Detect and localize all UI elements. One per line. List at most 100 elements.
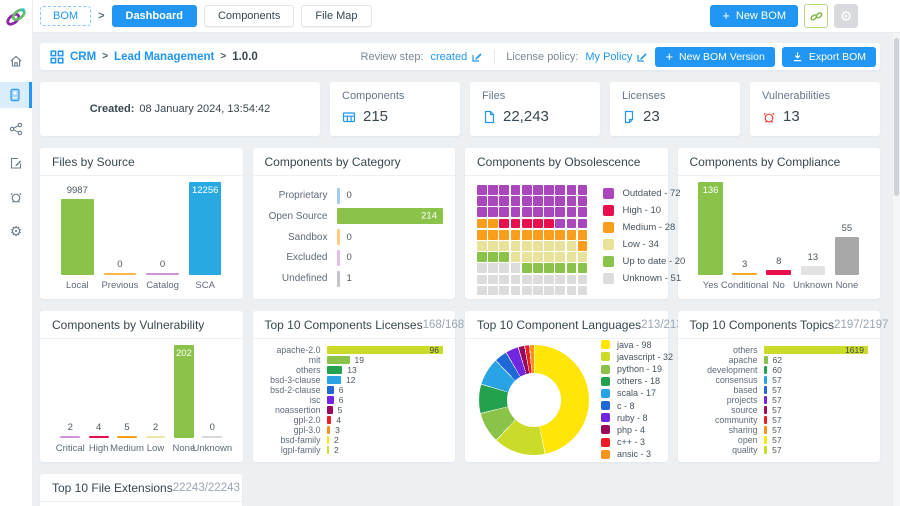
bar-category-label: consensus bbox=[690, 375, 764, 385]
new-bom-button[interactable]: + New BOM bbox=[710, 5, 798, 27]
legend-label: High - 10 bbox=[622, 205, 661, 216]
license-policy-value-link[interactable]: My Policy bbox=[585, 51, 648, 63]
bar-column-none: 55None bbox=[830, 182, 864, 291]
review-step-value-link[interactable]: created bbox=[431, 51, 484, 63]
bar-column-previous: 0Previous bbox=[99, 182, 142, 291]
bar-conditional[interactable] bbox=[732, 273, 757, 275]
sidebar-item-alerts[interactable] bbox=[0, 184, 32, 210]
bar-community[interactable] bbox=[764, 416, 768, 424]
bar-open-source[interactable]: 214 bbox=[337, 208, 444, 224]
sidebar-item-bom[interactable] bbox=[0, 82, 32, 108]
bar-yes[interactable]: 136 bbox=[698, 182, 723, 275]
bar-sca[interactable]: 12256 bbox=[189, 182, 221, 275]
bar-noassertion[interactable] bbox=[327, 406, 333, 414]
bar-others[interactable] bbox=[327, 366, 343, 374]
bom-selector-chip[interactable]: BOM bbox=[40, 6, 91, 26]
bar-unknown[interactable] bbox=[801, 266, 826, 275]
edit-icon[interactable] bbox=[636, 51, 648, 63]
breadcrumb-project-link[interactable]: CRM bbox=[70, 51, 96, 63]
bar-sharing[interactable] bbox=[764, 426, 768, 434]
bar-isc[interactable] bbox=[327, 396, 334, 404]
bar-track: 57 bbox=[764, 435, 869, 445]
bar-others[interactable]: 1619 bbox=[764, 346, 869, 354]
new-bom-version-button[interactable]: + New BOM Version bbox=[655, 47, 774, 67]
bar-low[interactable] bbox=[146, 436, 166, 438]
legend-item-c: c++ - 3 bbox=[601, 436, 673, 448]
bar-no[interactable] bbox=[766, 270, 791, 275]
bar-plot: 3 bbox=[728, 182, 762, 275]
bar-local[interactable] bbox=[61, 199, 93, 275]
license-policy-label: License policy: bbox=[506, 51, 578, 63]
bar-track: 13 bbox=[327, 365, 444, 375]
bar-column-no: 8No bbox=[762, 182, 796, 291]
bar-undefined[interactable] bbox=[337, 271, 340, 287]
app-logo[interactable] bbox=[5, 6, 27, 28]
export-bom-button[interactable]: Export BOM bbox=[782, 47, 876, 67]
waffle-cell bbox=[499, 219, 509, 229]
bar-based[interactable] bbox=[764, 386, 768, 394]
donut-pie[interactable] bbox=[479, 345, 589, 455]
breadcrumb-product-link[interactable]: Lead Management bbox=[114, 51, 214, 63]
bar-lgpl-family[interactable] bbox=[327, 446, 330, 454]
waffle-cell bbox=[567, 185, 577, 195]
bar-source[interactable] bbox=[764, 406, 768, 414]
edit-icon[interactable] bbox=[471, 51, 483, 63]
scrollbar-thumb[interactable] bbox=[894, 38, 899, 196]
legend-item-outdated: Outdated - 72 bbox=[603, 185, 685, 202]
sidebar-item-settings[interactable]: ⚙ bbox=[0, 218, 32, 244]
bar-column-yes: 136Yes bbox=[694, 182, 728, 291]
review-step-value: created bbox=[431, 51, 468, 63]
bar-none[interactable] bbox=[835, 237, 860, 275]
bar-bsd-2-clause[interactable] bbox=[327, 386, 334, 394]
legend-item-others: others - 18 bbox=[601, 375, 673, 387]
bar-plot: 2 bbox=[56, 345, 84, 438]
bar-value-label: 9987 bbox=[67, 185, 88, 196]
bar-gpl-3-0[interactable] bbox=[327, 426, 331, 434]
bar-apache[interactable] bbox=[764, 356, 768, 364]
waffle-cell bbox=[511, 230, 521, 240]
bar-quality[interactable] bbox=[764, 446, 768, 454]
bar-mit[interactable] bbox=[327, 356, 350, 364]
bar-catalog[interactable] bbox=[146, 273, 178, 275]
bar-sandbox[interactable] bbox=[337, 229, 340, 245]
bar-category-label: bsd-2-clause bbox=[265, 385, 327, 395]
bar-projects[interactable] bbox=[764, 396, 768, 404]
bar-critical[interactable] bbox=[60, 436, 80, 438]
bar-open[interactable] bbox=[764, 436, 768, 444]
grid-icon[interactable] bbox=[50, 50, 64, 64]
bar-unknown[interactable] bbox=[202, 436, 222, 438]
integrations-link-button[interactable] bbox=[804, 4, 828, 28]
bar-development[interactable] bbox=[764, 366, 768, 374]
sidebar-item-hierarchy[interactable] bbox=[0, 116, 32, 142]
bar-medium[interactable] bbox=[117, 436, 137, 438]
bar-track: 2 bbox=[327, 445, 444, 455]
bar-bsd-3-clause[interactable] bbox=[327, 376, 342, 384]
card-title: Components by Vulnerability bbox=[52, 318, 204, 332]
stat-label: Vulnerabilities bbox=[762, 90, 868, 102]
bar-high[interactable] bbox=[89, 436, 109, 438]
tab-dashboard[interactable]: Dashboard bbox=[112, 5, 197, 27]
bar-gpl-2-0[interactable] bbox=[327, 416, 332, 424]
bar-track: 57 bbox=[764, 415, 869, 425]
bar-column-high: 4High bbox=[84, 345, 112, 454]
bar-row-source: source57 bbox=[690, 405, 869, 415]
bar-apache-2-0[interactable]: 96 bbox=[327, 346, 444, 354]
bar-excluded[interactable] bbox=[337, 250, 340, 266]
bar-none[interactable]: 202 bbox=[174, 345, 194, 438]
sidebar-item-reports[interactable] bbox=[0, 150, 32, 176]
tab-components[interactable]: Components bbox=[204, 5, 294, 27]
bar-consensus[interactable] bbox=[764, 376, 768, 384]
tab-file-map[interactable]: File Map bbox=[301, 5, 371, 27]
waffle-cell bbox=[544, 196, 554, 206]
bar-bsd-family[interactable] bbox=[327, 436, 330, 444]
sidebar-item-home[interactable] bbox=[0, 48, 32, 74]
settings-button[interactable]: ⚙ bbox=[834, 4, 858, 28]
waffle-cell bbox=[533, 207, 543, 217]
new-bom-version-label: New BOM Version bbox=[679, 51, 765, 63]
bar-proprietary[interactable] bbox=[337, 188, 340, 204]
bar-previous[interactable] bbox=[104, 273, 136, 275]
bar-value-label: 62 bbox=[773, 355, 782, 365]
bar-track: 57 bbox=[764, 445, 869, 455]
category-track: 214 bbox=[337, 208, 444, 224]
legend-swatch bbox=[603, 222, 614, 233]
